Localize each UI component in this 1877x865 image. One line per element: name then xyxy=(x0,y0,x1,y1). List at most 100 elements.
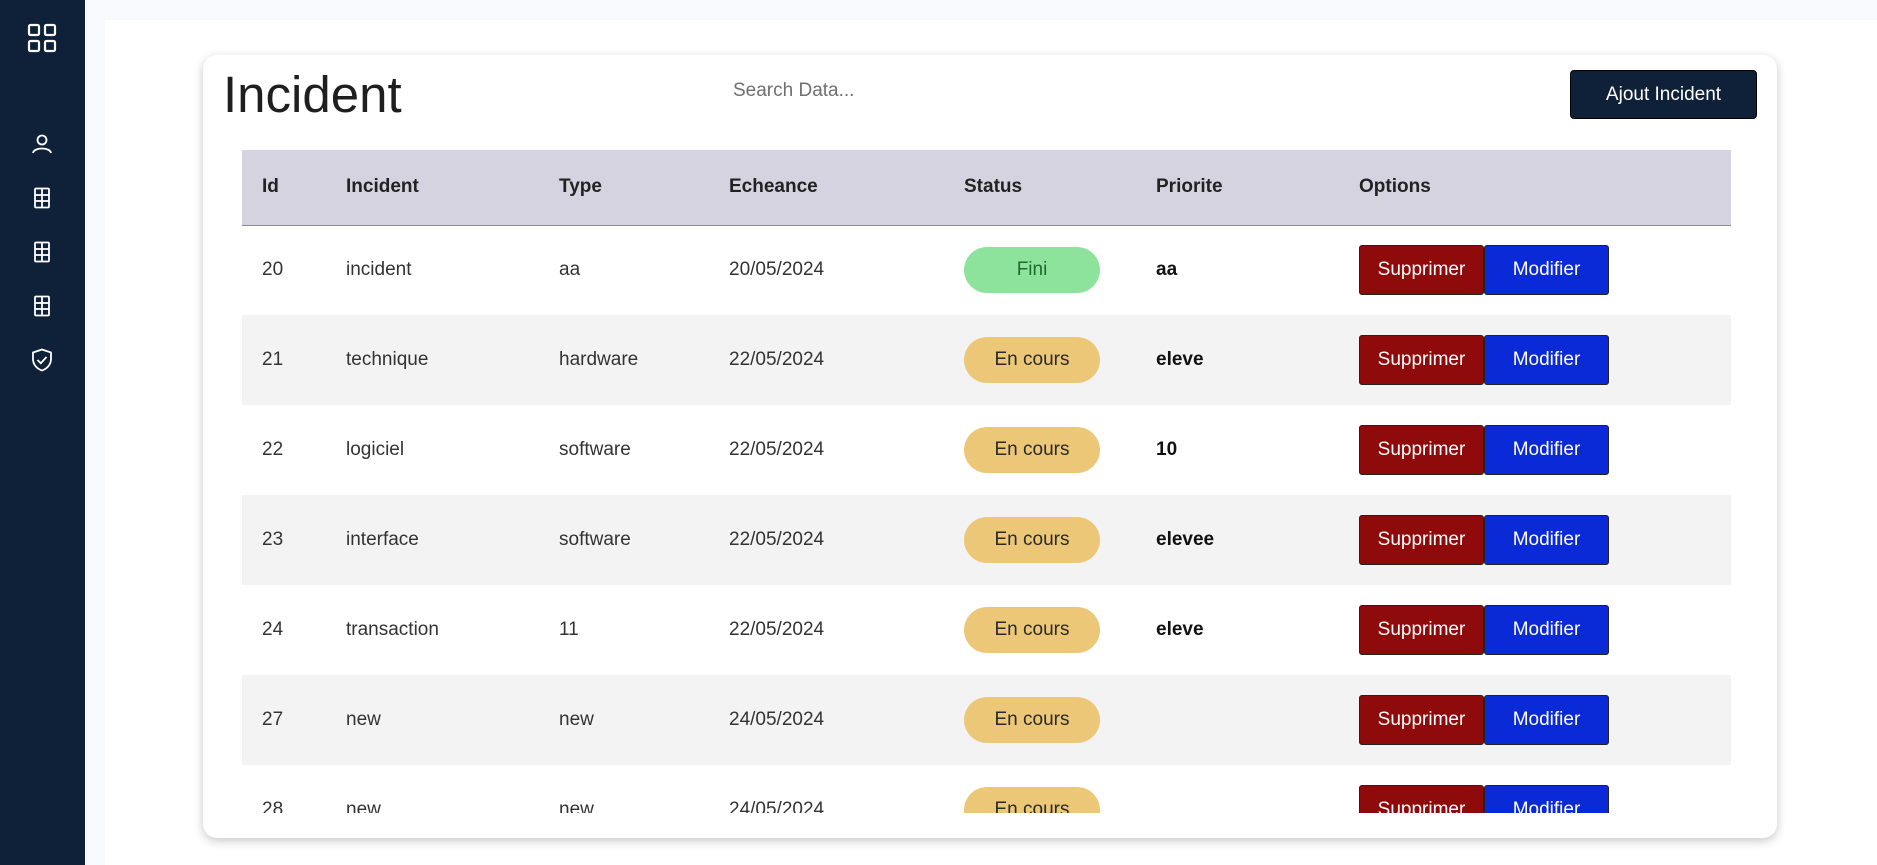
cell-id: 23 xyxy=(262,529,284,550)
cell-id: 24 xyxy=(262,619,284,640)
cell-options: Supprimer Modifier xyxy=(1339,675,1731,765)
table-row: 23 interface software 22/05/2024 En cour… xyxy=(242,495,1731,585)
table-row: 20 incident aa 20/05/2024 Fini aa Suppri… xyxy=(242,225,1731,315)
column-header-status[interactable]: Status xyxy=(944,150,1136,225)
delete-button[interactable]: Supprimer xyxy=(1359,335,1484,385)
incident-card: Incident Ajout Incident Id Incident xyxy=(203,55,1777,838)
cell-priorite: 10 xyxy=(1156,439,1178,460)
status-badge: En cours xyxy=(964,697,1100,743)
cell-priorite xyxy=(1136,675,1339,765)
edit-button[interactable]: Modifier xyxy=(1484,785,1609,813)
cell-echeance: 22/05/2024 xyxy=(729,439,825,460)
cell-priorite: eleve xyxy=(1156,349,1204,370)
cell-options: Supprimer Modifier xyxy=(1339,495,1731,585)
cell-priorite: elevee xyxy=(1156,529,1215,550)
cell-echeance: 20/05/2024 xyxy=(729,259,825,281)
cell-type: new xyxy=(559,709,594,730)
cell-priorite: eleve xyxy=(1156,619,1204,640)
edit-button[interactable]: Modifier xyxy=(1484,515,1609,565)
building-icon[interactable] xyxy=(22,178,62,218)
cell-type: aa xyxy=(559,259,581,281)
cell-incident: new xyxy=(346,799,381,813)
cell-type: new xyxy=(559,799,594,813)
edit-button[interactable]: Modifier xyxy=(1484,425,1609,475)
cell-type: 11 xyxy=(559,619,579,640)
delete-button[interactable]: Supprimer xyxy=(1359,695,1484,745)
cell-type: software xyxy=(559,439,631,460)
cell-id: 28 xyxy=(262,799,284,813)
table-header-row: Id Incident Type Echeance Status Priorit… xyxy=(242,150,1731,225)
cell-options: Supprimer Modifier xyxy=(1339,225,1731,315)
delete-button[interactable]: Supprimer xyxy=(1359,515,1484,565)
cell-status: En cours xyxy=(944,585,1136,675)
table-row: 21 technique hardware 22/05/2024 En cour… xyxy=(242,315,1731,405)
status-badge: En cours xyxy=(964,517,1100,563)
status-badge: Fini xyxy=(964,247,1100,294)
cell-status: En cours xyxy=(944,495,1136,585)
cell-incident: transaction xyxy=(346,619,439,640)
page-title: Incident xyxy=(223,66,402,123)
building-icon[interactable] xyxy=(22,286,62,326)
column-header-options: Options xyxy=(1359,176,1431,198)
incident-table: Id Incident Type Echeance Status Priorit… xyxy=(242,150,1731,813)
shield-check-icon[interactable] xyxy=(22,340,62,380)
cell-incident: logiciel xyxy=(346,439,405,460)
cell-id: 27 xyxy=(262,709,284,730)
cell-id: 21 xyxy=(262,349,284,370)
grid-icon[interactable] xyxy=(22,18,62,58)
edit-button[interactable]: Modifier xyxy=(1484,695,1609,745)
cell-status: En cours xyxy=(944,675,1136,765)
cell-options: Supprimer Modifier xyxy=(1339,765,1731,813)
edit-button[interactable]: Modifier xyxy=(1484,245,1609,296)
cell-status: En cours xyxy=(944,315,1136,405)
cell-options: Supprimer Modifier xyxy=(1339,315,1731,405)
cell-type: software xyxy=(559,529,631,550)
cell-echeance: 22/05/2024 xyxy=(729,529,825,550)
app-root: Incident Ajout Incident Id Incident xyxy=(0,0,1877,865)
column-header-type[interactable]: Type xyxy=(539,150,709,225)
cell-echeance: 24/05/2024 xyxy=(729,799,825,813)
table-row: 24 transaction 11 22/05/2024 En cours el… xyxy=(242,585,1731,675)
top-background-strip xyxy=(85,0,1877,20)
status-badge: En cours xyxy=(964,607,1100,653)
cell-incident: technique xyxy=(346,349,429,370)
status-badge: En cours xyxy=(964,787,1100,813)
status-badge: En cours xyxy=(964,427,1100,473)
cell-options: Supprimer Modifier xyxy=(1339,585,1731,675)
cell-id: 22 xyxy=(262,439,284,460)
incident-table-container: Id Incident Type Echeance Status Priorit… xyxy=(242,150,1731,813)
user-icon[interactable] xyxy=(22,124,62,164)
cell-options: Supprimer Modifier xyxy=(1339,405,1731,495)
cell-id: 20 xyxy=(262,259,284,281)
column-header-echeance[interactable]: Echeance xyxy=(709,150,944,225)
column-header-priorite[interactable]: Priorite xyxy=(1136,150,1339,225)
status-badge: En cours xyxy=(964,337,1100,383)
table-row: 27 new new 24/05/2024 En cours Supprimer… xyxy=(242,675,1731,765)
table-row: 28 new new 24/05/2024 En cours Supprimer… xyxy=(242,765,1731,813)
sidebar xyxy=(0,0,85,865)
delete-button[interactable]: Supprimer xyxy=(1359,605,1484,655)
table-row: 22 logiciel software 22/05/2024 En cours… xyxy=(242,405,1731,495)
add-incident-button[interactable]: Ajout Incident xyxy=(1570,70,1757,119)
search-input[interactable] xyxy=(733,75,1153,107)
cell-status: Fini xyxy=(944,225,1136,315)
cell-incident: new xyxy=(346,709,381,730)
cell-priorite: aa xyxy=(1156,259,1178,281)
delete-button[interactable]: Supprimer xyxy=(1359,245,1484,296)
cell-type: hardware xyxy=(559,349,639,370)
column-header-incident[interactable]: Incident xyxy=(326,150,539,225)
edit-button[interactable]: Modifier xyxy=(1484,605,1609,655)
edit-button[interactable]: Modifier xyxy=(1484,335,1609,385)
cell-echeance: 22/05/2024 xyxy=(729,619,825,640)
cell-incident: incident xyxy=(346,259,412,281)
building-icon[interactable] xyxy=(22,232,62,272)
delete-button[interactable]: Supprimer xyxy=(1359,425,1484,475)
cell-priorite xyxy=(1136,765,1339,813)
cell-echeance: 24/05/2024 xyxy=(729,709,825,730)
column-header-id[interactable]: Id xyxy=(242,150,326,225)
cell-echeance: 22/05/2024 xyxy=(729,349,825,370)
cell-incident: interface xyxy=(346,529,419,550)
delete-button[interactable]: Supprimer xyxy=(1359,785,1484,813)
cell-status: En cours xyxy=(944,405,1136,495)
left-background-strip xyxy=(85,0,105,865)
